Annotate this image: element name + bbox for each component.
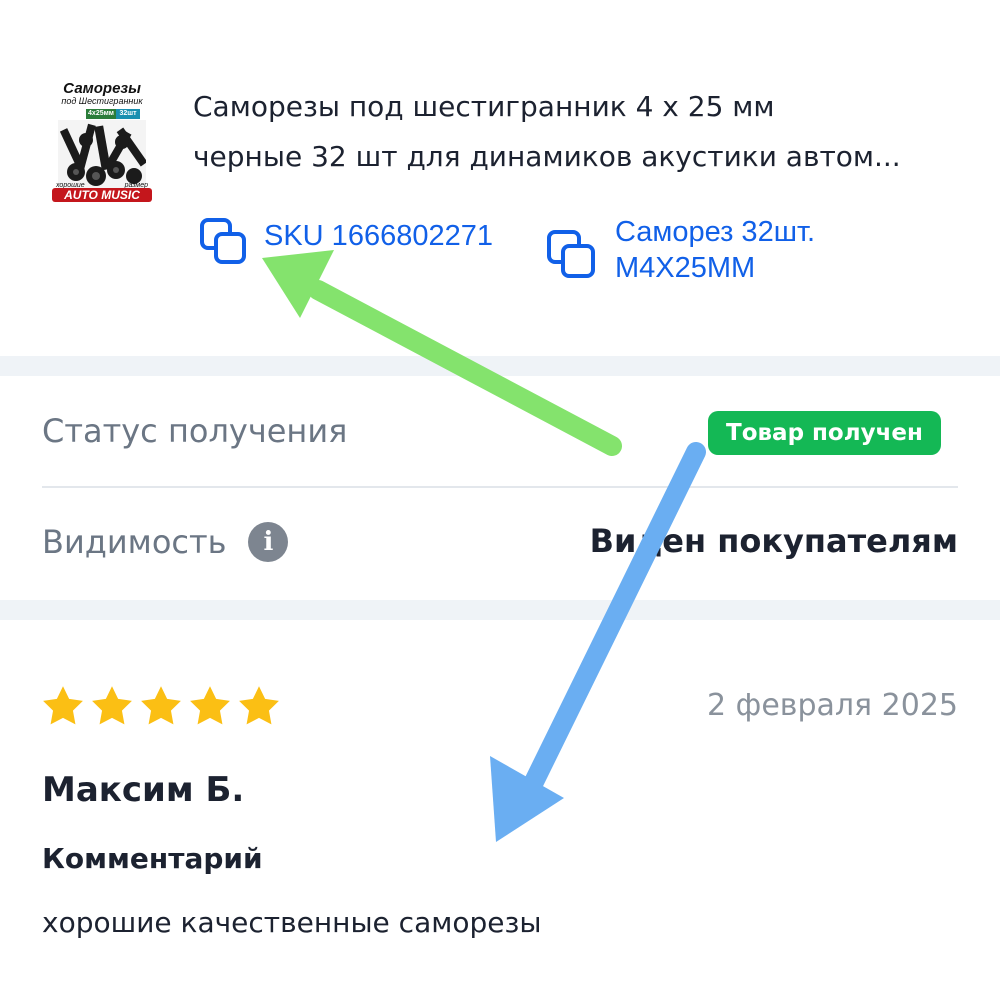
star-icon bbox=[239, 686, 279, 725]
review-date: 2 февраля 2025 bbox=[707, 688, 958, 723]
section-separator bbox=[0, 356, 1000, 376]
sku-label: SKU 1666802271 bbox=[264, 220, 493, 252]
article-label-line-1: Саморез 32шт. bbox=[615, 216, 816, 248]
visibility-label: Видимость bbox=[42, 523, 227, 561]
status-badge: Товар получен bbox=[708, 411, 941, 455]
star-icon bbox=[141, 686, 181, 725]
star-icon bbox=[43, 686, 83, 725]
rating-stars bbox=[40, 684, 282, 728]
row-divider bbox=[42, 486, 958, 488]
thumbnail-size-tag: 4x25мм bbox=[86, 109, 116, 119]
product-thumbnail[interactable]: Саморезы под Шестигранник 4x25мм 32шт хо… bbox=[52, 80, 152, 202]
copy-icon bbox=[547, 230, 595, 278]
visibility-row: Видимость i bbox=[42, 522, 289, 562]
screws-picture bbox=[58, 120, 146, 188]
copy-icon bbox=[200, 218, 246, 264]
copy-article-button[interactable]: Саморез 32шт. M4X25MM bbox=[545, 214, 815, 286]
comment-heading: Комментарий bbox=[42, 842, 263, 875]
thumbnail-subtitle: под Шестигранник bbox=[61, 96, 143, 106]
comment-text: хорошие качественные саморезы bbox=[42, 906, 542, 939]
article-label-line-2: M4X25MM bbox=[615, 252, 756, 284]
section-separator bbox=[0, 600, 1000, 620]
info-icon[interactable]: i bbox=[248, 522, 289, 562]
star-icon bbox=[190, 686, 230, 725]
status-label: Статус получения bbox=[42, 412, 348, 450]
product-title-line-1: Саморезы под шестигранник 4 х 25 мм bbox=[193, 90, 775, 123]
copy-sku-button[interactable]: SKU 1666802271 bbox=[198, 218, 493, 270]
blue-arrow bbox=[490, 442, 706, 842]
star-icon bbox=[92, 686, 132, 725]
thumbnail-count-tag: 32шт bbox=[116, 109, 140, 119]
thumbnail-title: Саморезы bbox=[63, 80, 141, 97]
visibility-value: Виден покупателям bbox=[589, 522, 958, 560]
product-title[interactable]: Саморезы под шестигранник 4 х 25 мм черн… bbox=[193, 82, 973, 182]
thumbnail-brand-logo: AUTO MUSIC bbox=[52, 188, 152, 202]
product-title-line-2: черные 32 шт для динамиков акустики авто… bbox=[193, 140, 901, 173]
review-author: Максим Б. bbox=[42, 770, 245, 810]
